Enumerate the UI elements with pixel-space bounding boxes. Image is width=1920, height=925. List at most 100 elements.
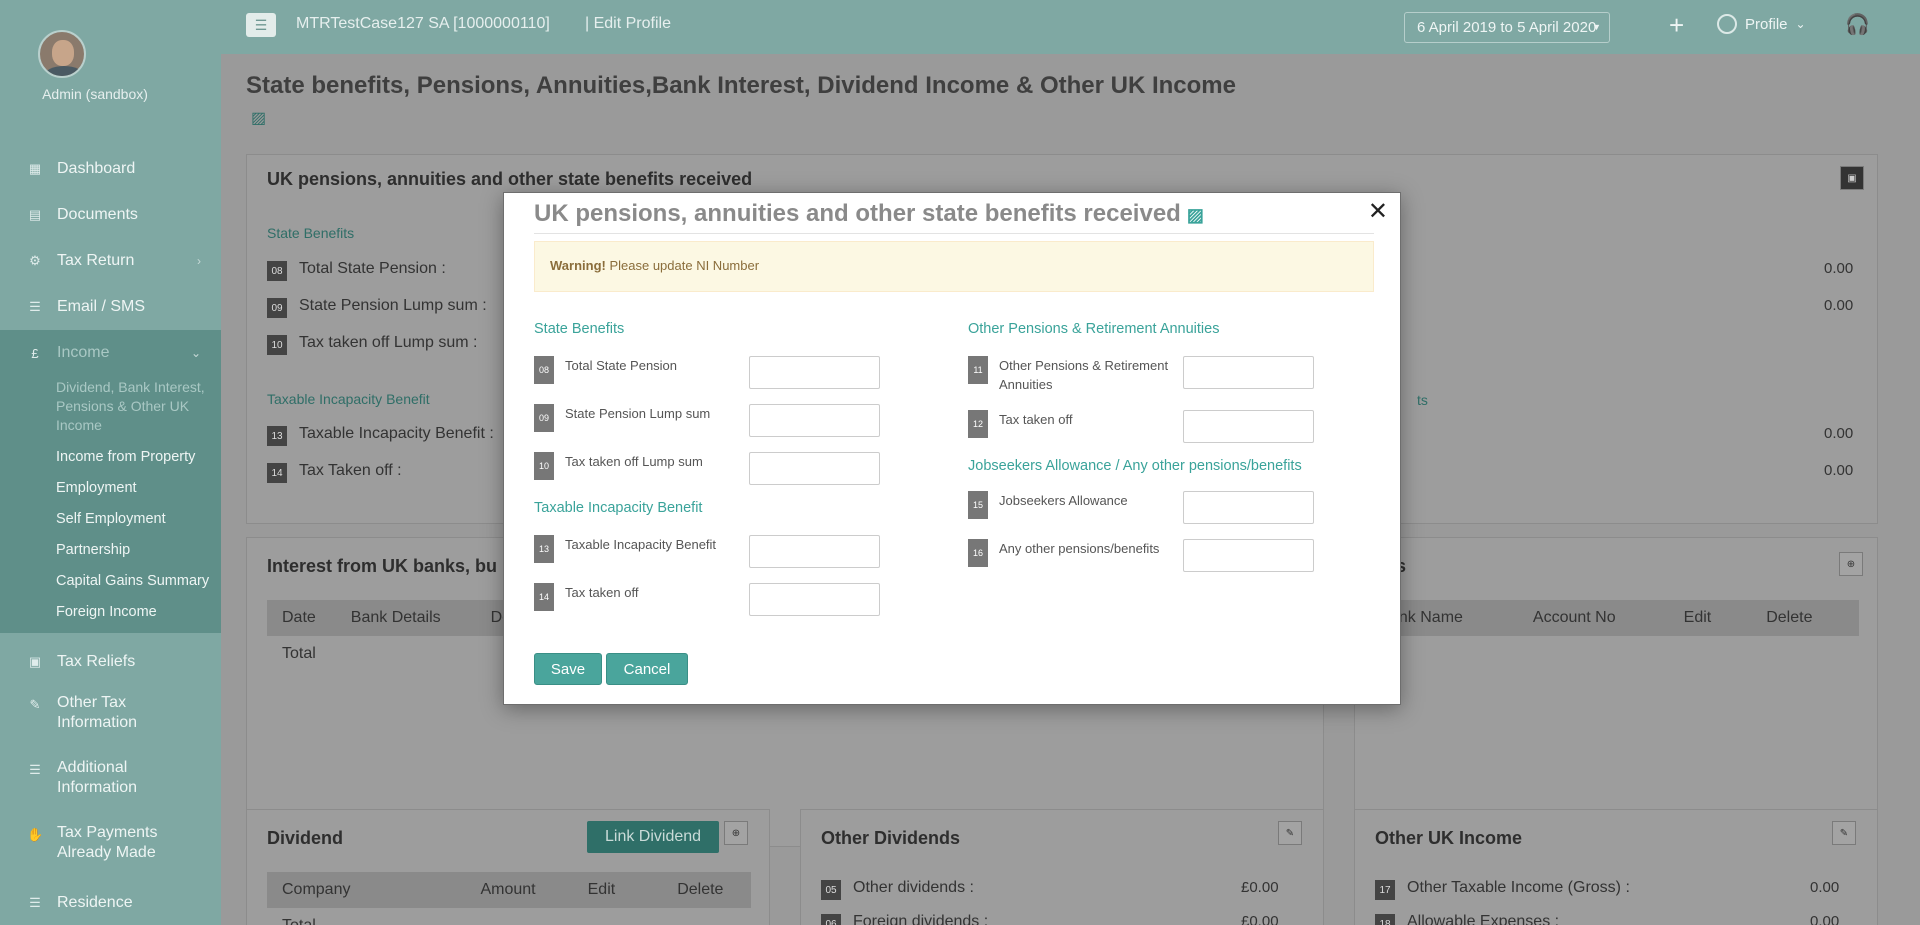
column-header: Bank Details	[350, 609, 441, 626]
submenu-item-income-from-property[interactable]: Income from Property	[56, 441, 221, 472]
form-row: 14 Tax taken off	[534, 583, 880, 623]
section-heading: Taxable Incapacity Benefit	[534, 500, 703, 516]
sidebar-item-residence[interactable]: ☰ Residence	[0, 880, 221, 925]
sidebar-item-dashboard[interactable]: ▦ Dashboard	[0, 146, 221, 192]
sidebar-item-email-sms[interactable]: ☰ Email / SMS	[0, 284, 221, 330]
submenu-item-partnership[interactable]: Partnership	[56, 534, 221, 565]
row-number: 18	[1375, 914, 1395, 925]
add-icon[interactable]: ⊕	[724, 821, 748, 845]
sidebar-item-tax-reliefs[interactable]: ▣ Tax Reliefs	[0, 639, 221, 685]
field-label: Allowable Expenses :	[1407, 913, 1560, 925]
field-label: Jobseekers Allowance	[999, 493, 1128, 508]
avatar[interactable]	[38, 30, 86, 78]
sidebar: Admin (sandbox) ▦ Dashboard ▤ Documents ⚙ T…	[0, 0, 221, 925]
submenu-item-capital-gains-summary[interactable]: Capital Gains Summary	[56, 565, 221, 596]
panel-title: UK pensions, annuities and other state b…	[267, 169, 753, 189]
any-other-pensions-input[interactable]	[1183, 539, 1314, 572]
submenu-item-self-employment[interactable]: Self Employment	[56, 503, 221, 534]
save-button[interactable]: Save	[534, 653, 602, 685]
section-heading: Jobseekers Allowance / Any other pension…	[968, 458, 1302, 474]
sidebar-item-income[interactable]: £ Income ⌄	[0, 330, 221, 376]
tax-period-select[interactable]: 6 April 2019 to 5 April 2020 ▼	[1404, 12, 1610, 43]
sidebar-item-documents[interactable]: ▤ Documents	[0, 192, 221, 238]
sidebar-item-label: Income	[57, 344, 110, 361]
field-label: Tax taken off Lump sum	[565, 454, 703, 469]
add-icon[interactable]: ⊕	[1839, 552, 1863, 576]
row-number: 10	[267, 335, 287, 355]
income-submenu: Dividend, Bank Interest, Pensions & Othe…	[0, 376, 221, 633]
grid-icon: ▦	[28, 161, 42, 176]
profile-menu[interactable]: Profile ⌄	[1717, 14, 1806, 34]
form-row: 09 State Pension Lump sum	[534, 404, 880, 444]
panel-title: Other Dividends	[821, 828, 961, 848]
submenu-item-dividend-bank-interest[interactable]: Dividend, Bank Interest, Pensions & Othe…	[56, 376, 221, 441]
sidebar-item-label: Other Tax Information	[57, 694, 138, 731]
list-icon: ☰	[29, 299, 41, 314]
hamburger-icon: ☰	[254, 16, 268, 33]
form-row: 11 Other Pensions & Retirement Annuities	[968, 356, 1314, 396]
form-row: 15 Jobseekers Allowance	[968, 491, 1314, 531]
field-label: Total State Pension	[565, 358, 678, 373]
sidebar-item-tax-payments[interactable]: ✋ Tax Payments Already Made	[0, 815, 221, 880]
submenu-item-employment[interactable]: Employment	[56, 472, 221, 503]
pound-icon: £	[31, 345, 39, 361]
row-number: 05	[821, 880, 841, 900]
edit-document-icon[interactable]: ▨	[251, 108, 266, 128]
sidebar-item-label: Email / SMS	[57, 298, 146, 315]
section-label: Taxable Incapacity Benefit	[267, 391, 430, 407]
user-name: Admin (sandbox)	[42, 86, 148, 102]
folder-icon: ▤	[28, 207, 42, 222]
link-dividend-button[interactable]: Link Dividend	[587, 821, 720, 853]
edit-document-icon[interactable]: ▨	[1187, 205, 1204, 225]
profile-label: Profile	[1745, 15, 1788, 33]
add-icon[interactable]: +	[1669, 10, 1684, 41]
menu-toggle-button[interactable]: ☰	[246, 13, 276, 37]
tax-period-value: 6 April 2019 to 5 April 2020	[1417, 19, 1597, 36]
cancel-button[interactable]: Cancel	[606, 653, 688, 685]
row-number: 10	[534, 452, 554, 480]
form-row: 12 Tax taken off	[968, 410, 1314, 450]
row-number: 12	[968, 410, 988, 438]
field-label: Total State Pension :	[299, 260, 446, 277]
column-header: Delete	[1766, 609, 1813, 626]
section-heading: Other Pensions & Retirement Annuities	[968, 321, 1220, 337]
row-number: 16	[968, 539, 988, 567]
headset-icon[interactable]: 🎧	[1845, 12, 1870, 37]
field-label: Tax taken off Lump sum :	[299, 334, 478, 351]
field-value: 0.00	[1824, 425, 1854, 442]
incapacity-tax-taken-off-input[interactable]	[749, 583, 880, 616]
edit-icon[interactable]: ✎	[1278, 821, 1302, 845]
row-number: 14	[534, 583, 554, 611]
chevron-down-icon: ⌄	[1795, 17, 1806, 31]
row-number: 06	[821, 914, 841, 925]
form-row: 16 Any other pensions/benefits	[968, 539, 1314, 579]
sidebar-item-tax-return[interactable]: ⚙ Tax Return ›	[0, 238, 221, 284]
sidebar-nav: ▦ Dashboard ▤ Documents ⚙ Tax Return › ☰ Emai…	[0, 146, 221, 925]
pensions-tax-taken-off-input[interactable]	[1183, 410, 1314, 443]
state-pension-lump-sum-input[interactable]	[749, 404, 880, 437]
close-icon[interactable]: ✕	[1368, 197, 1388, 226]
table-total: Total	[282, 645, 316, 662]
submenu-item-foreign-income[interactable]: Foreign Income	[56, 596, 221, 627]
tax-taken-off-lump-sum-input[interactable]	[749, 452, 880, 485]
other-pensions-input[interactable]	[1183, 356, 1314, 389]
field-label: Foreign dividends :	[853, 913, 989, 925]
warning-alert: Warning! Please update NI Number	[534, 241, 1374, 292]
sidebar-item-other-tax-information[interactable]: ✎ Other Tax Information	[0, 685, 221, 750]
edit-icon[interactable]: ✎	[1832, 821, 1856, 845]
total-state-pension-input[interactable]	[749, 356, 880, 389]
field-label: Other Pensions & Retirement Annuities	[999, 358, 1169, 392]
field-label: State Pension Lump sum	[565, 406, 711, 421]
field-label: Tax taken off	[999, 412, 1073, 427]
field-value: 0.00	[1824, 260, 1854, 277]
sidebar-item-additional-information[interactable]: ☰ Additional Information	[0, 750, 221, 815]
column-header: Edit	[1683, 609, 1712, 626]
form-row: 08 Total State Pension	[534, 356, 880, 396]
chevron-right-icon: ›	[197, 254, 201, 268]
banks-panel: nks ⊕ ank Name Account No Edit Delete	[1354, 537, 1878, 847]
taxable-incapacity-benefit-input[interactable]	[749, 535, 880, 568]
row-number: 08	[267, 261, 287, 281]
jobseekers-allowance-input[interactable]	[1183, 491, 1314, 524]
table-header: Company Amount Edit Delete	[267, 872, 751, 908]
edit-icon[interactable]: ▣	[1840, 166, 1864, 190]
